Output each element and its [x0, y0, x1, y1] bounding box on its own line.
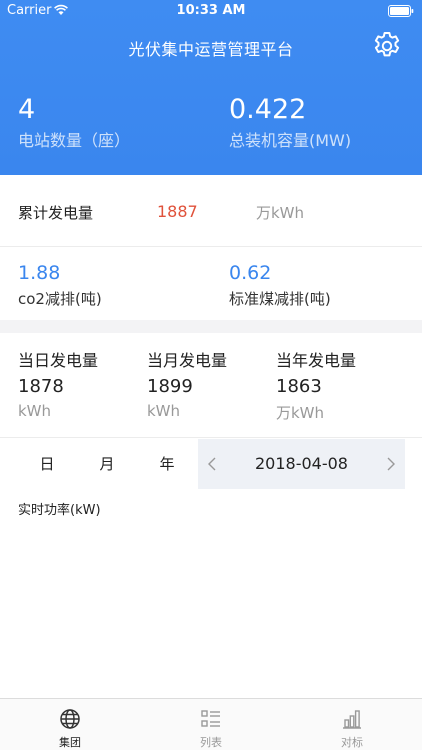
station-count-label: 电站数量（座） [18, 131, 131, 150]
power-chart-area [0, 520, 422, 698]
battery-icon [388, 5, 414, 17]
settings-gear-icon[interactable] [371, 30, 403, 62]
section-divider [0, 320, 422, 333]
cumulative-generation-row: 累计发电量 1887 万kWh [0, 175, 422, 247]
tabbar-label-benchmark: 对标 [341, 736, 363, 749]
tab-day[interactable]: 日 [27, 439, 67, 489]
chart-title: 实时功率(kW) [18, 503, 101, 518]
daily-generation-stat: 当日发电量 1878 kWh [18, 351, 98, 420]
daily-generation-value: 1878 [18, 376, 64, 397]
bar-chart-icon [343, 710, 361, 729]
tab-year[interactable]: 年 [147, 439, 187, 489]
list-icon [201, 710, 220, 727]
tabbar-label-list: 列表 [200, 736, 222, 749]
capacity-stat: 0.422 总装机容量(MW) [229, 95, 351, 151]
status-time: 10:33 AM [176, 3, 246, 18]
tab-month[interactable]: 月 [87, 439, 127, 489]
station-count-value: 4 [18, 94, 36, 125]
capacity-label: 总装机容量(MW) [229, 131, 352, 150]
monthly-generation-unit: kWh [147, 402, 181, 420]
daily-generation-unit: kWh [18, 402, 52, 420]
coal-label: 标准煤减排(吨) [229, 290, 331, 308]
page-title: 光伏集中运营管理平台 [128, 40, 294, 59]
co2-label: co2减排(吨) [18, 290, 102, 308]
period-selector: 日 月 年 2018-04-08 [0, 439, 422, 489]
date-picker: 2018-04-08 [198, 439, 405, 489]
monthly-generation-label: 当月发电量 [147, 351, 228, 370]
capacity-value: 0.422 [229, 94, 307, 125]
generation-stats-row: 当日发电量 1878 kWh 当月发电量 1899 kWh 当年发电量 1863… [0, 333, 422, 438]
globe-icon [60, 709, 80, 729]
bottom-tab-bar: 集团 列表 对标 [0, 698, 422, 750]
tabbar-item-group[interactable]: 集团 [0, 699, 140, 750]
co2-reduction-stat: 1.88 co2减排(吨) [18, 262, 102, 309]
tabbar-item-list[interactable]: 列表 [141, 699, 281, 750]
yearly-generation-value: 1863 [276, 376, 322, 397]
station-count-stat: 4 电站数量（座） [18, 95, 130, 151]
monthly-generation-stat: 当月发电量 1899 kWh [147, 351, 227, 420]
cumulative-unit: 万kWh [256, 204, 305, 222]
coal-value: 0.62 [229, 262, 272, 284]
date-value[interactable]: 2018-04-08 [198, 454, 405, 473]
yearly-generation-label: 当年发电量 [276, 351, 357, 370]
header: Carrier 10:33 AM 光伏集中运营管理平台 4 电站数量（座） 0.… [0, 0, 422, 175]
cumulative-label: 累计发电量 [18, 204, 94, 222]
emissions-row: 1.88 co2减排(吨) 0.62 标准煤减排(吨) [0, 248, 422, 320]
daily-generation-label: 当日发电量 [18, 351, 99, 370]
monthly-generation-value: 1899 [147, 376, 193, 397]
co2-value: 1.88 [18, 262, 61, 284]
tabbar-item-benchmark[interactable]: 对标 [282, 699, 422, 750]
yearly-generation-stat: 当年发电量 1863 万kWh [276, 351, 356, 423]
cumulative-value: 1887 [157, 202, 198, 221]
chevron-right-icon[interactable] [383, 456, 397, 472]
status-bar: Carrier 10:33 AM [0, 0, 422, 22]
yearly-generation-unit: 万kWh [276, 404, 325, 422]
tabbar-label-group: 集团 [59, 736, 81, 749]
coal-reduction-stat: 0.62 标准煤减排(吨) [229, 262, 331, 309]
